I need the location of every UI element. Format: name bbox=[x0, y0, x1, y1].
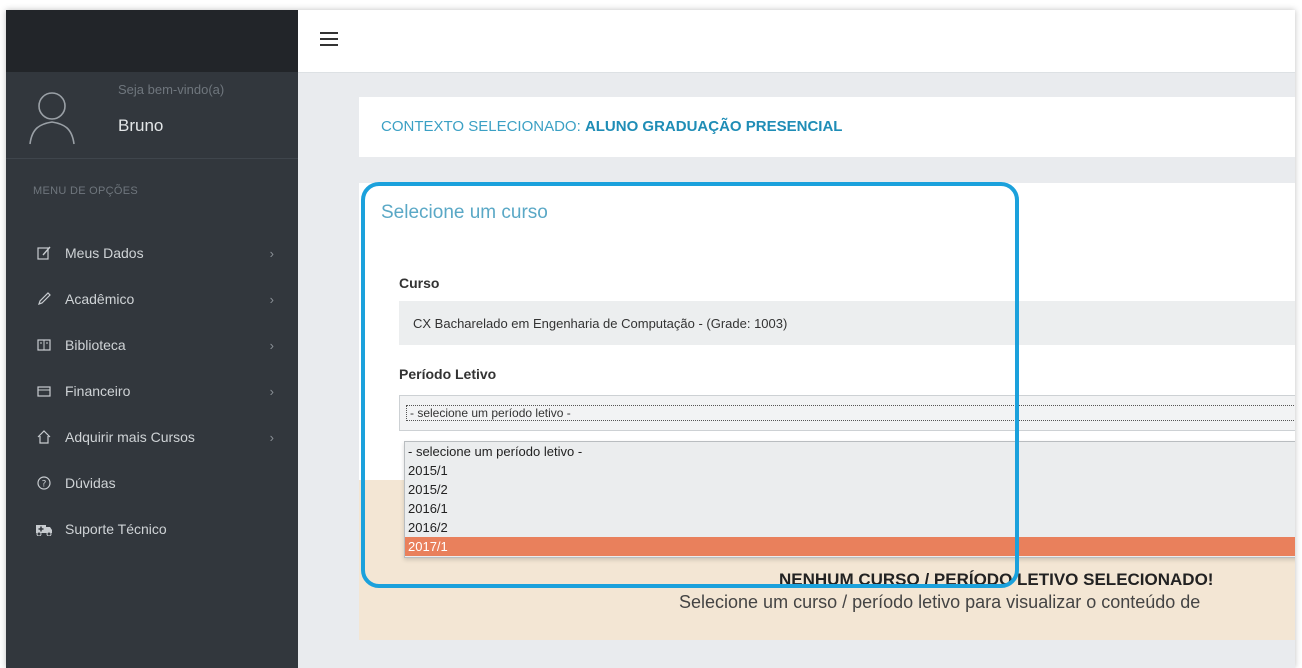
dropdown-option[interactable]: 2015/2 bbox=[405, 480, 1295, 499]
curso-label: Curso bbox=[399, 275, 440, 291]
sidebar-item-meus-dados[interactable]: Meus Dados › bbox=[6, 230, 298, 276]
dropdown-option[interactable]: 2016/1 bbox=[405, 499, 1295, 518]
sidebar-item-biblioteca[interactable]: Biblioteca › bbox=[6, 322, 298, 368]
sidebar-item-label: Financeiro bbox=[65, 383, 131, 399]
sidebar-item-adquirir-cursos[interactable]: Adquirir mais Cursos › bbox=[6, 414, 298, 460]
sidebar: Seja bem-vindo(a) Bruno MENU DE OPÇÕES M… bbox=[6, 10, 298, 668]
message-title: NENHUM CURSO / PERÍODO LETIVO SELECIONAD… bbox=[779, 570, 1214, 589]
chevron-right-icon: › bbox=[269, 338, 274, 353]
menu-toggle-icon[interactable] bbox=[320, 32, 338, 50]
welcome-text: Seja bem-vindo(a) bbox=[118, 82, 225, 97]
svg-text:?: ? bbox=[42, 480, 47, 490]
panel-title: Selecione um curso bbox=[381, 202, 548, 223]
edit-icon bbox=[33, 246, 55, 260]
pencil-icon bbox=[33, 292, 55, 306]
dropdown-option[interactable]: 2016/2 bbox=[405, 518, 1295, 537]
chevron-right-icon: › bbox=[269, 430, 274, 445]
menu-heading: MENU DE OPÇÕES bbox=[33, 185, 139, 197]
sidebar-item-academico[interactable]: Acadêmico › bbox=[6, 276, 298, 322]
course-selection-panel: Selecione um curso Curso CX Bacharelado … bbox=[359, 183, 1295, 480]
book-icon bbox=[33, 338, 55, 352]
dropdown-option-highlighted[interactable]: 2017/1 bbox=[405, 537, 1295, 556]
dropdown-option[interactable]: - selecione um período letivo - bbox=[405, 442, 1295, 461]
context-panel: CONTEXTO SELECIONADO: ALUNO GRADUAÇÃO PR… bbox=[359, 97, 1295, 157]
periodo-label: Período Letivo bbox=[399, 366, 497, 382]
curso-field[interactable]: CX Bacharelado em Engenharia de Computaç… bbox=[399, 301, 1295, 345]
help-icon: ? bbox=[33, 476, 55, 490]
chevron-right-icon: › bbox=[269, 384, 274, 399]
sidebar-item-label: Acadêmico bbox=[65, 291, 135, 307]
sidebar-item-duvidas[interactable]: ? Dúvidas bbox=[6, 460, 298, 506]
sidebar-item-financeiro[interactable]: Financeiro › bbox=[6, 368, 298, 414]
periodo-select[interactable]: - selecione um período letivo - bbox=[399, 395, 1295, 431]
periodo-dropdown-list[interactable]: - selecione um período letivo - 2015/1 2… bbox=[404, 441, 1295, 558]
avatar-icon bbox=[28, 86, 98, 146]
app-window: Seja bem-vindo(a) Bruno MENU DE OPÇÕES M… bbox=[6, 10, 1295, 668]
home-icon bbox=[33, 430, 55, 444]
context-prefix: CONTEXTO SELECIONADO: bbox=[381, 118, 581, 135]
message-body: Selecione um curso / período letivo para… bbox=[679, 592, 1201, 612]
dropdown-option[interactable]: 2015/1 bbox=[405, 461, 1295, 480]
context-value: ALUNO GRADUAÇÃO PRESENCIAL bbox=[584, 118, 843, 135]
sidebar-item-suporte-tecnico[interactable]: Suporte Técnico bbox=[6, 506, 298, 552]
sidebar-item-label: Dúvidas bbox=[65, 475, 116, 491]
sidebar-item-label: Suporte Técnico bbox=[65, 521, 167, 537]
sidebar-item-label: Adquirir mais Cursos bbox=[65, 429, 195, 445]
chevron-right-icon: › bbox=[269, 246, 274, 261]
sidebar-header bbox=[6, 10, 298, 72]
sidebar-item-label: Meus Dados bbox=[65, 245, 144, 261]
chevron-right-icon: › bbox=[269, 292, 274, 307]
sidebar-menu: Meus Dados › Acadêmico › Biblioteca › Fi… bbox=[6, 230, 298, 552]
periodo-selected-value: - selecione um período letivo - bbox=[406, 405, 1295, 421]
top-bar bbox=[298, 10, 1295, 73]
ambulance-icon bbox=[33, 522, 55, 536]
user-profile: Seja bem-vindo(a) Bruno bbox=[6, 72, 298, 159]
sidebar-item-label: Biblioteca bbox=[65, 337, 126, 353]
username: Bruno bbox=[118, 116, 164, 135]
wallet-icon bbox=[33, 384, 55, 398]
context-label: CONTEXTO SELECIONADO: ALUNO GRADUAÇÃO PR… bbox=[381, 118, 842, 135]
